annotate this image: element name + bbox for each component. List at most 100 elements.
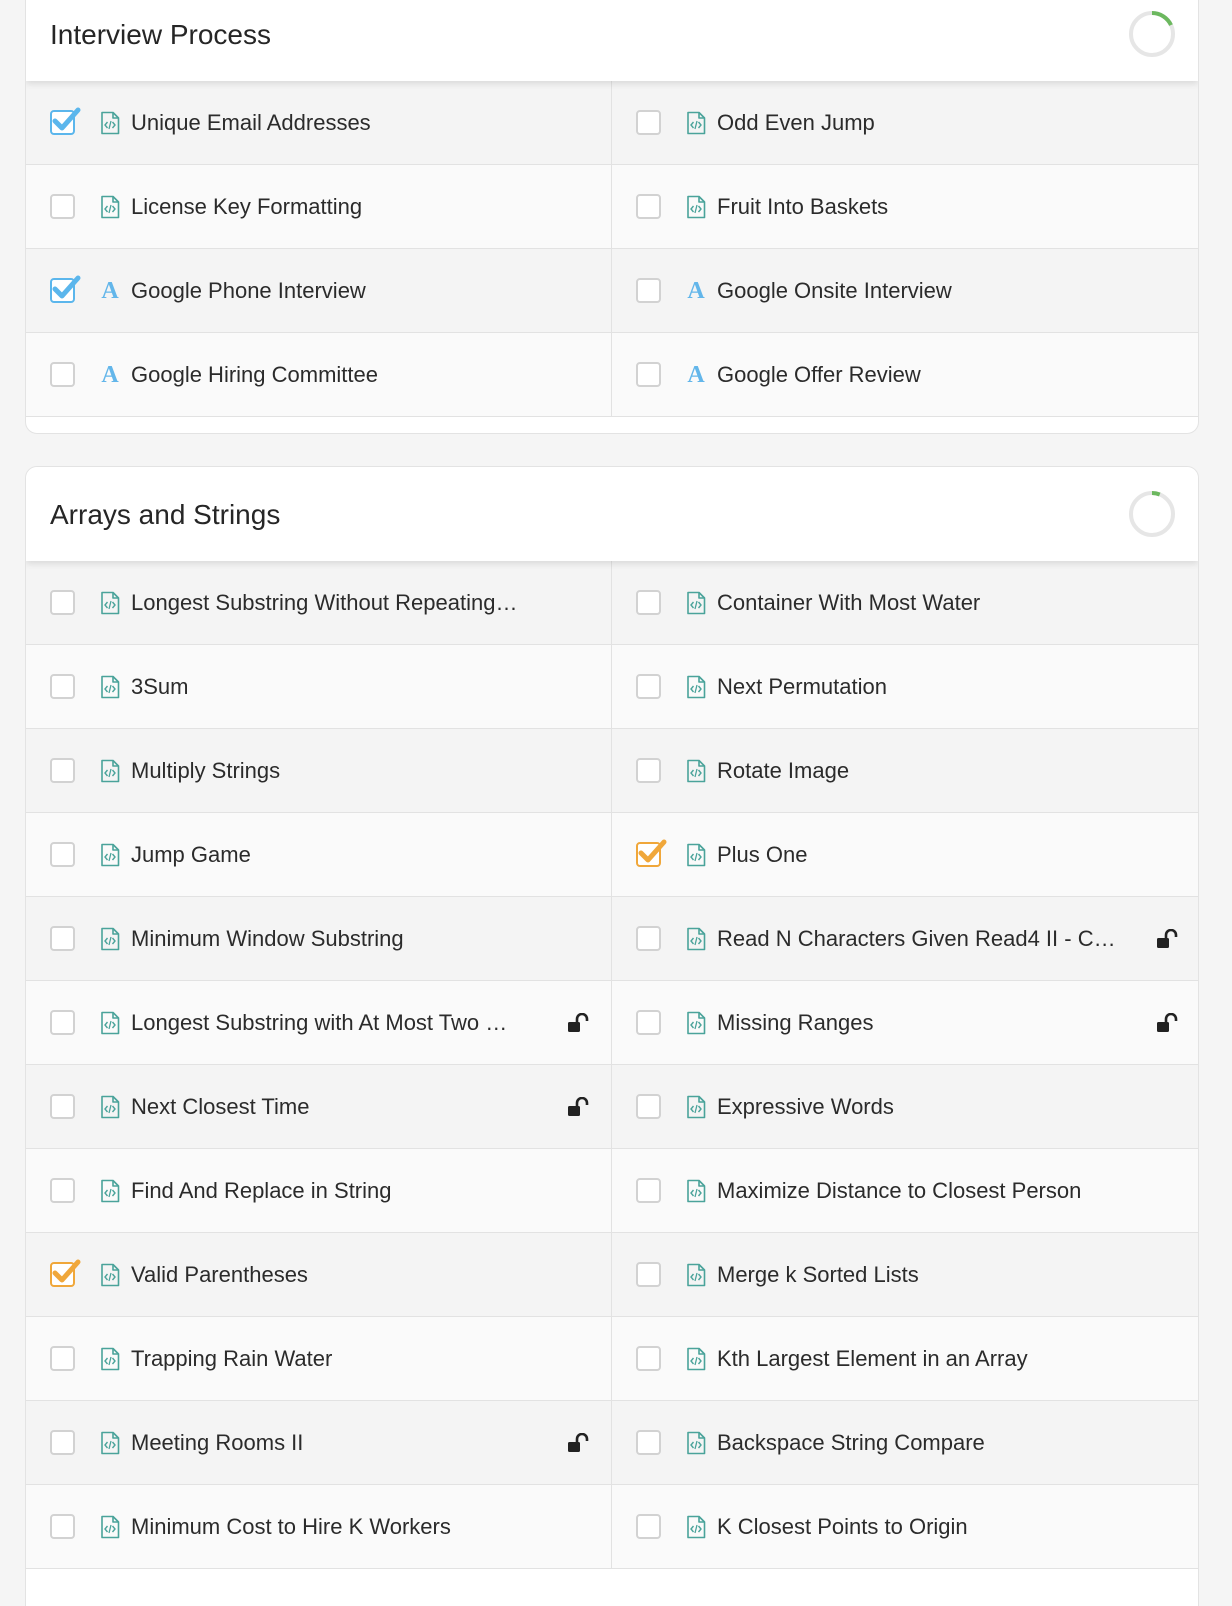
question-title[interactable]: Minimum Window Substring xyxy=(131,926,404,952)
completion-checkbox[interactable] xyxy=(636,362,661,387)
completion-checkbox[interactable] xyxy=(50,1346,75,1371)
completion-checkbox[interactable] xyxy=(636,1010,661,1035)
question-title[interactable]: Fruit Into Baskets xyxy=(717,194,888,220)
question-title[interactable]: Minimum Cost to Hire K Workers xyxy=(131,1514,451,1540)
question-item[interactable]: Odd Even Jump xyxy=(612,81,1198,165)
question-item[interactable]: Next Closest Time xyxy=(26,1065,612,1149)
completion-checkbox[interactable] xyxy=(50,362,75,387)
completion-checkbox[interactable] xyxy=(636,590,661,615)
question-item[interactable]: Fruit Into Baskets xyxy=(612,165,1198,249)
completion-checkbox[interactable] xyxy=(50,926,75,951)
completion-checkbox[interactable] xyxy=(50,107,81,135)
completion-checkbox[interactable] xyxy=(636,1178,661,1203)
question-title[interactable]: Kth Largest Element in an Array xyxy=(717,1346,1028,1372)
question-title[interactable]: Find And Replace in String xyxy=(131,1178,392,1204)
question-item[interactable]: Kth Largest Element in an Array xyxy=(612,1317,1198,1401)
question-item[interactable]: K Closest Points to Origin xyxy=(612,1485,1198,1569)
question-title[interactable]: Trapping Rain Water xyxy=(131,1346,332,1372)
question-item[interactable]: Longest Substring with At Most Two … xyxy=(26,981,612,1065)
question-title[interactable]: Expressive Words xyxy=(717,1094,894,1120)
question-title[interactable]: Odd Even Jump xyxy=(717,110,875,136)
completion-checkbox[interactable] xyxy=(636,758,661,783)
question-title[interactable]: Container With Most Water xyxy=(717,590,980,616)
completion-checkbox[interactable] xyxy=(50,1178,75,1203)
question-item[interactable]: Find And Replace in String xyxy=(26,1149,612,1233)
question-title[interactable]: Google Onsite Interview xyxy=(717,278,952,304)
completion-checkbox[interactable] xyxy=(50,1094,75,1119)
completion-checkbox[interactable] xyxy=(636,194,661,219)
completion-checkbox[interactable] xyxy=(636,839,667,867)
question-item[interactable]: Next Permutation xyxy=(612,645,1198,729)
question-item[interactable]: Longest Substring Without Repeating… xyxy=(26,561,612,645)
question-item[interactable]: Unique Email Addresses xyxy=(26,81,612,165)
question-title[interactable]: Jump Game xyxy=(131,842,251,868)
question-title[interactable]: Longest Substring Without Repeating… xyxy=(131,590,517,616)
completion-checkbox[interactable] xyxy=(50,1259,81,1287)
completion-checkbox[interactable] xyxy=(636,110,661,135)
question-item[interactable]: Jump Game xyxy=(26,813,612,897)
question-item[interactable]: Multiply Strings xyxy=(26,729,612,813)
code-file-icon xyxy=(99,927,121,951)
question-title[interactable]: Google Offer Review xyxy=(717,362,921,388)
question-title[interactable]: Read N Characters Given Read4 II - C… xyxy=(717,926,1116,952)
section-header[interactable]: Interview Process xyxy=(26,0,1198,81)
completion-checkbox[interactable] xyxy=(636,1262,661,1287)
completion-checkbox[interactable] xyxy=(636,926,661,951)
question-item[interactable]: 3Sum xyxy=(26,645,612,729)
completion-checkbox[interactable] xyxy=(50,1430,75,1455)
question-title[interactable]: Rotate Image xyxy=(717,758,849,784)
question-item[interactable]: Container With Most Water xyxy=(612,561,1198,645)
completion-checkbox[interactable] xyxy=(636,1346,661,1371)
question-title[interactable]: Meeting Rooms II xyxy=(131,1430,303,1456)
question-item[interactable]: Backspace String Compare xyxy=(612,1401,1198,1485)
question-item[interactable]: Merge k Sorted Lists xyxy=(612,1233,1198,1317)
completion-checkbox[interactable] xyxy=(50,1010,75,1035)
question-item[interactable]: Trapping Rain Water xyxy=(26,1317,612,1401)
completion-checkbox[interactable] xyxy=(50,1514,75,1539)
question-item[interactable]: Minimum Window Substring xyxy=(26,897,612,981)
question-title[interactable]: Multiply Strings xyxy=(131,758,280,784)
question-title[interactable]: Plus One xyxy=(717,842,808,868)
question-title[interactable]: Longest Substring with At Most Two … xyxy=(131,1010,507,1036)
question-item[interactable]: Minimum Cost to Hire K Workers xyxy=(26,1485,612,1569)
completion-checkbox[interactable] xyxy=(50,275,81,303)
question-item[interactable]: Rotate Image xyxy=(612,729,1198,813)
completion-checkbox[interactable] xyxy=(50,590,75,615)
question-title[interactable]: K Closest Points to Origin xyxy=(717,1514,968,1540)
question-item[interactable]: A Google Hiring Committee xyxy=(26,333,612,417)
question-item[interactable]: A Google Phone Interview xyxy=(26,249,612,333)
section-header[interactable]: Arrays and Strings xyxy=(26,467,1198,561)
question-item[interactable]: Meeting Rooms II xyxy=(26,1401,612,1485)
completion-checkbox[interactable] xyxy=(636,1514,661,1539)
question-title[interactable]: Unique Email Addresses xyxy=(131,110,371,136)
question-item[interactable]: License Key Formatting xyxy=(26,165,612,249)
question-item[interactable]: A Google Offer Review xyxy=(612,333,1198,417)
question-item[interactable]: Read N Characters Given Read4 II - C… xyxy=(612,897,1198,981)
question-item[interactable]: Maximize Distance to Closest Person xyxy=(612,1149,1198,1233)
question-item[interactable]: Expressive Words xyxy=(612,1065,1198,1149)
question-title[interactable]: 3Sum xyxy=(131,674,188,700)
question-item[interactable]: Missing Ranges xyxy=(612,981,1198,1065)
question-title[interactable]: Next Permutation xyxy=(717,674,887,700)
question-title[interactable]: Valid Parentheses xyxy=(131,1262,308,1288)
code-file-icon xyxy=(99,111,121,135)
completion-checkbox[interactable] xyxy=(50,674,75,699)
question-title[interactable]: Google Hiring Committee xyxy=(131,362,378,388)
completion-checkbox[interactable] xyxy=(636,1094,661,1119)
completion-checkbox[interactable] xyxy=(50,758,75,783)
question-title[interactable]: Merge k Sorted Lists xyxy=(717,1262,919,1288)
question-title[interactable]: Google Phone Interview xyxy=(131,278,366,304)
question-item[interactable]: A Google Onsite Interview xyxy=(612,249,1198,333)
question-title[interactable]: Maximize Distance to Closest Person xyxy=(717,1178,1081,1204)
question-title[interactable]: Backspace String Compare xyxy=(717,1430,985,1456)
question-title[interactable]: Missing Ranges xyxy=(717,1010,874,1036)
question-item[interactable]: Valid Parentheses xyxy=(26,1233,612,1317)
completion-checkbox[interactable] xyxy=(636,674,661,699)
question-item[interactable]: Plus One xyxy=(612,813,1198,897)
completion-checkbox[interactable] xyxy=(50,194,75,219)
question-title[interactable]: Next Closest Time xyxy=(131,1094,310,1120)
completion-checkbox[interactable] xyxy=(636,1430,661,1455)
completion-checkbox[interactable] xyxy=(50,842,75,867)
question-title[interactable]: License Key Formatting xyxy=(131,194,362,220)
completion-checkbox[interactable] xyxy=(636,278,661,303)
